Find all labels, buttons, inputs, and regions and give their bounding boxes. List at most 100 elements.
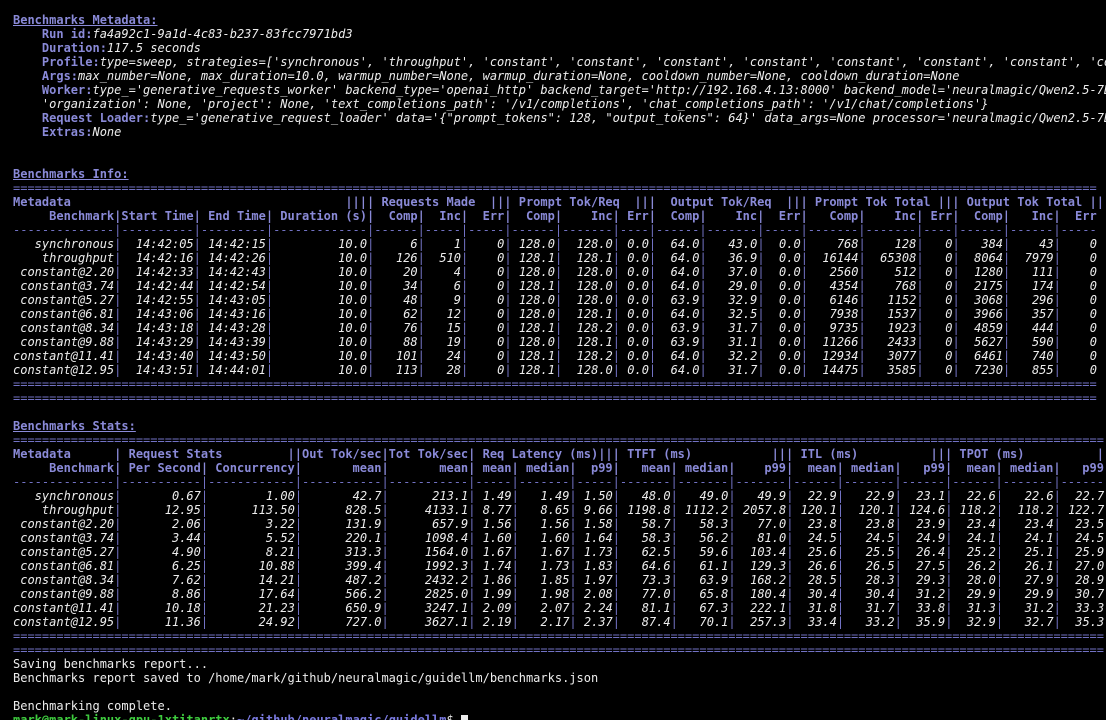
table-cell: 0 <box>924 237 953 251</box>
table-cell: 1537 <box>866 307 917 321</box>
table-cell: 25.5 <box>844 545 895 559</box>
table-cell: 1.58 <box>577 517 613 531</box>
column-divider: | <box>952 293 959 307</box>
table-cell: 26.4 <box>902 545 945 559</box>
table-cell: 19 <box>425 335 461 349</box>
column-divider: | <box>671 601 678 615</box>
column-divider: | <box>512 503 519 517</box>
prompt-path: ~/github/neuralmagic/guidellm <box>237 713 447 720</box>
table-row: constant@3.74| 14:42:44| 14:42:54| 10.0|… <box>13 279 1106 293</box>
column-divider: | <box>613 615 620 629</box>
table-cell: 8.86 <box>121 587 200 601</box>
table-cell: 128 <box>866 237 917 251</box>
table-cell: 26.2 <box>952 559 995 573</box>
table-cell: 49.0 <box>678 489 729 503</box>
table-cell: 49.9 <box>736 489 787 503</box>
column-divider: | <box>1054 503 1061 517</box>
terminal-window: Benchmarks Metadata: Run id:fa4a92c1-9a1… <box>0 0 1106 720</box>
table-cell: 384 <box>960 237 1003 251</box>
table-cell: 8.77 <box>475 503 511 517</box>
table-cell: 14:43:50 <box>201 349 266 363</box>
column-divider: | <box>569 559 576 573</box>
table-cell: 120.1 <box>793 503 836 517</box>
table-cell: 14:43:39 <box>201 335 266 349</box>
column-divider: | <box>859 335 866 349</box>
benchmarks-info-table: ========================================… <box>13 181 1106 405</box>
table-cell: 24 <box>425 349 461 363</box>
column-divider: | <box>895 503 902 517</box>
table-row: constant@3.74| 3.44| 5.52| 220.1| 1098.4… <box>13 531 1106 545</box>
table-cell: 2.17 <box>519 615 570 629</box>
table-cell: 222.1 <box>736 601 787 615</box>
column-divider: | <box>504 335 511 349</box>
table-cell: 727.0 <box>302 615 381 629</box>
table-cell: 10.0 <box>273 237 367 251</box>
terminal-cursor[interactable] <box>461 715 468 720</box>
column-divider: | <box>1054 237 1061 251</box>
table-cell: 0 <box>1061 307 1097 321</box>
table-cell: 1.56 <box>475 517 511 531</box>
column-divider: | <box>952 307 959 321</box>
column-divider: | <box>295 559 302 573</box>
table-cell: 0.0 <box>765 363 801 377</box>
table-cell: 32.7 <box>1003 615 1054 629</box>
table-cell: 128.1 <box>512 349 555 363</box>
column-divider: | <box>418 335 425 349</box>
metadata-label: Worker: <box>42 83 93 97</box>
table-cell: throughput <box>13 503 114 517</box>
table-cell: 9735 <box>808 321 859 335</box>
table-cell: 43.0 <box>707 237 758 251</box>
table-cell: 14:43:40 <box>121 349 193 363</box>
column-divider: | <box>613 363 620 377</box>
table-cell: 14:43:51 <box>121 363 193 377</box>
column-divider: | <box>1054 293 1061 307</box>
column-divider: | <box>996 531 1003 545</box>
column-divider: | <box>613 279 620 293</box>
table-row: constant@9.88| 14:43:29| 14:43:39| 10.0|… <box>13 335 1106 349</box>
table-cell: 28.9 <box>1061 573 1104 587</box>
column-divider: | <box>837 559 844 573</box>
table-cell: 24.1 <box>952 531 995 545</box>
column-divider: | <box>569 573 576 587</box>
column-divider: | <box>757 349 764 363</box>
table-cell: 2432.2 <box>389 573 468 587</box>
table-cell: 14475 <box>808 363 859 377</box>
table-cell: 29.3 <box>902 573 945 587</box>
metadata-value: None <box>92 125 121 139</box>
column-divider: | <box>916 251 923 265</box>
table-row: constant@12.95| 11.36| 24.92| 727.0| 362… <box>13 615 1106 629</box>
column-divider: | <box>837 587 844 601</box>
table-cell: 10.0 <box>273 293 367 307</box>
table-cell: 14:42:44 <box>121 279 193 293</box>
table-cell: 118.2 <box>952 503 995 517</box>
table-column-header: Benchmark| Per Second| Concurrency| mean… <box>13 461 1106 475</box>
table-cell: 7938 <box>808 307 859 321</box>
table-cell: 1992.3 <box>389 559 468 573</box>
column-divider: | <box>837 503 844 517</box>
table-cell: 0.0 <box>765 307 801 321</box>
table-cell: 8.21 <box>208 545 295 559</box>
table-cell: 3068 <box>960 293 1003 307</box>
table-cell: 56.2 <box>678 531 729 545</box>
table-cell: 4 <box>425 265 461 279</box>
table-cell: 26.6 <box>793 559 836 573</box>
blank-line <box>13 139 1106 153</box>
column-divider: | <box>757 237 764 251</box>
column-divider: | <box>700 251 707 265</box>
table-cell: 4354 <box>808 279 859 293</box>
table-cell: 768 <box>866 279 917 293</box>
table-cell: 81.0 <box>736 531 787 545</box>
table-cell: 128.0 <box>512 335 555 349</box>
column-divider: | <box>671 503 678 517</box>
shell-prompt[interactable]: mark@mark-linux-gpu-1xtitanrtx:~/github/… <box>13 713 1106 720</box>
table-cell: 0 <box>924 251 953 265</box>
column-divider: | <box>382 601 389 615</box>
table-cell: 128.0 <box>512 237 555 251</box>
table-cell: 128.1 <box>512 251 555 265</box>
table-cell: 0 <box>924 335 953 349</box>
column-divider: | <box>952 265 959 279</box>
table-cell: 3.22 <box>208 517 295 531</box>
column-divider: | <box>613 349 620 363</box>
column-divider: | <box>916 307 923 321</box>
table-cell: 87.4 <box>620 615 671 629</box>
